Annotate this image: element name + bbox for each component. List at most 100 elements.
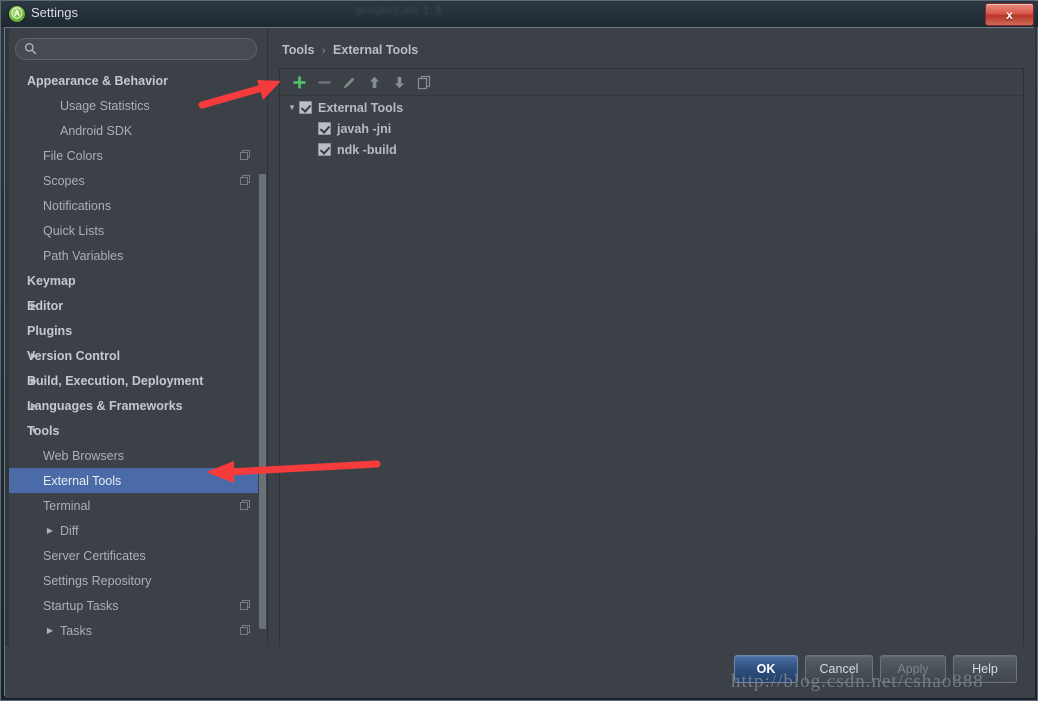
edit-button[interactable] xyxy=(337,71,362,93)
search-input[interactable] xyxy=(41,41,250,59)
settings-sidebar: Appearance & Behavior Usage Statistics And… xyxy=(5,28,268,669)
copy-icon xyxy=(417,75,432,90)
sidebar-item-web-browsers[interactable]: Web Browsers xyxy=(5,443,267,468)
sidebar-item-label: Appearance & Behavior xyxy=(27,73,169,88)
tree-row-tool[interactable]: ndk -build xyxy=(280,139,1023,160)
title-bar: project.ini 1.3 Ⓐ Settings x xyxy=(1,1,1038,27)
sidebar-item-label: Keymap xyxy=(27,273,76,288)
sidebar-item-path-variables[interactable]: Path Variables xyxy=(5,243,267,268)
screenshot-root: project.ini 1.3 Ⓐ Settings x Appearance … xyxy=(0,0,1038,701)
copy-settings-icon[interactable] xyxy=(240,175,251,186)
sidebar-item-server-certificates[interactable]: Server Certificates xyxy=(5,543,267,568)
sidebar-item-label: Usage Statistics xyxy=(60,98,150,113)
sidebar-item-usage-statistics[interactable]: Usage Statistics xyxy=(5,93,267,118)
settings-window: project.ini 1.3 Ⓐ Settings x Appearance … xyxy=(0,0,1038,701)
sidebar-item-label: Server Certificates xyxy=(43,548,146,563)
sidebar-item-diff[interactable]: ▶ Diff xyxy=(5,518,267,543)
sidebar-item-label: Settings Repository xyxy=(43,573,152,588)
minus-icon xyxy=(317,75,332,90)
sidebar-item-label: Notifications xyxy=(43,198,112,213)
tree-row-label: External Tools xyxy=(318,100,404,115)
sidebar-item-quick-lists[interactable]: Quick Lists xyxy=(5,218,267,243)
sidebar-item-settings-repository[interactable]: Settings Repository xyxy=(5,568,267,593)
sidebar-item-build-execution-deployment[interactable]: ▶ Build, Execution, Deployment xyxy=(5,368,267,393)
sidebar-item-appearance-behavior[interactable]: Appearance & Behavior xyxy=(5,68,267,93)
chevron-right-icon[interactable]: ▶ xyxy=(43,626,57,635)
sidebar-item-plugins[interactable]: Plugins xyxy=(5,318,267,343)
chevron-right-icon[interactable]: ▶ xyxy=(43,526,57,535)
move-up-button[interactable] xyxy=(362,71,387,93)
background-ghost-text: project.ini 1.3 xyxy=(356,3,443,17)
tree-row-label: ndk -build xyxy=(337,142,397,157)
sidebar-item-label: File Colors xyxy=(43,148,103,163)
sidebar-item-label: External Tools xyxy=(43,473,122,488)
copy-settings-icon[interactable] xyxy=(240,625,251,636)
tools-panel: ▼ External Tools javah -jni ndk -build xyxy=(279,68,1024,658)
sidebar-scrollbar-thumb[interactable] xyxy=(259,174,266,629)
breadcrumb-separator-icon: › xyxy=(321,45,326,57)
sidebar-item-file-colors[interactable]: File Colors xyxy=(5,143,267,168)
move-down-button[interactable] xyxy=(387,71,412,93)
copy-button[interactable] xyxy=(412,71,437,93)
tree-checkbox[interactable] xyxy=(299,101,312,114)
sidebar-item-label: Web Browsers xyxy=(43,448,125,463)
sidebar-item-label: Version Control xyxy=(27,348,121,363)
arrow-up-icon xyxy=(367,75,382,90)
sidebar-item-label: Editor xyxy=(27,298,64,313)
tree-row-root[interactable]: ▼ External Tools xyxy=(280,97,1023,118)
sidebar-left-edge xyxy=(5,28,9,669)
sidebar-item-notifications[interactable]: Notifications xyxy=(5,193,267,218)
breadcrumb-current: External Tools xyxy=(333,43,419,57)
sidebar-item-label: Diff xyxy=(60,523,79,538)
chevron-down-icon[interactable]: ▼ xyxy=(285,103,299,112)
add-button[interactable] xyxy=(287,71,312,93)
sidebar-item-label: Path Variables xyxy=(43,248,124,263)
window-title: Settings xyxy=(31,5,78,20)
sidebar-item-label: Build, Execution, Deployment xyxy=(27,373,204,388)
tree-row-tool[interactable]: javah -jni xyxy=(280,118,1023,139)
external-tools-tree[interactable]: ▼ External Tools javah -jni ndk -build xyxy=(280,97,1023,160)
copy-settings-icon[interactable] xyxy=(240,150,251,161)
settings-category-tree[interactable]: Appearance & Behavior Usage Statistics And… xyxy=(5,68,267,668)
tree-checkbox[interactable] xyxy=(318,122,331,135)
sidebar-item-external-tools[interactable]: External Tools xyxy=(5,468,267,493)
sidebar-item-tools[interactable]: ▼ Tools xyxy=(5,418,267,443)
sidebar-item-label: Terminal xyxy=(43,498,91,513)
sidebar-item-label: Plugins xyxy=(27,323,73,338)
sidebar-item-label: Quick Lists xyxy=(43,223,105,238)
sidebar-item-label: Startup Tasks xyxy=(43,598,119,613)
sidebar-item-terminal[interactable]: Terminal xyxy=(5,493,267,518)
breadcrumb: Tools › External Tools xyxy=(282,43,418,57)
search-icon xyxy=(24,42,37,55)
sidebar-item-label: Tools xyxy=(27,423,60,438)
arrow-down-icon xyxy=(392,75,407,90)
tree-checkbox[interactable] xyxy=(318,143,331,156)
android-studio-icon-glyph: Ⓐ xyxy=(11,7,23,20)
sidebar-item-startup-tasks[interactable]: Startup Tasks xyxy=(5,593,267,618)
breadcrumb-parent[interactable]: Tools xyxy=(282,43,314,57)
copy-settings-icon[interactable] xyxy=(240,600,251,611)
sidebar-item-label: Scopes xyxy=(43,173,85,188)
settings-body: Appearance & Behavior Usage Statistics And… xyxy=(5,28,1035,669)
sidebar-item-scopes[interactable]: Scopes xyxy=(5,168,267,193)
search-field-wrapper xyxy=(15,38,257,60)
remove-button xyxy=(312,71,337,93)
sidebar-item-keymap[interactable]: Keymap xyxy=(5,268,267,293)
tools-toolbar xyxy=(280,69,1023,96)
sidebar-item-editor[interactable]: ▶ Editor xyxy=(5,293,267,318)
sidebar-item-version-control[interactable]: ▶ Version Control xyxy=(5,343,267,368)
plus-icon xyxy=(292,75,307,90)
android-studio-icon: Ⓐ xyxy=(9,6,25,22)
close-button[interactable]: x xyxy=(985,3,1034,26)
sidebar-item-tasks[interactable]: ▶ Tasks xyxy=(5,618,267,643)
copy-settings-icon[interactable] xyxy=(240,500,251,511)
sidebar-item-label: Tasks xyxy=(60,623,92,638)
sidebar-item-languages-frameworks[interactable]: ▶ Languages & Frameworks xyxy=(5,393,267,418)
sidebar-item-android-sdk[interactable]: Android SDK xyxy=(5,118,267,143)
pencil-icon xyxy=(342,75,357,90)
external-tools-panel: Tools › External Tools ▼ External Tools ja… xyxy=(268,28,1035,669)
tree-row-label: javah -jni xyxy=(337,121,392,136)
close-icon: x xyxy=(1006,7,1013,22)
watermark-text: http://blog.csdn.net/cshao888 xyxy=(731,671,984,692)
sidebar-item-label: Android SDK xyxy=(60,123,133,138)
